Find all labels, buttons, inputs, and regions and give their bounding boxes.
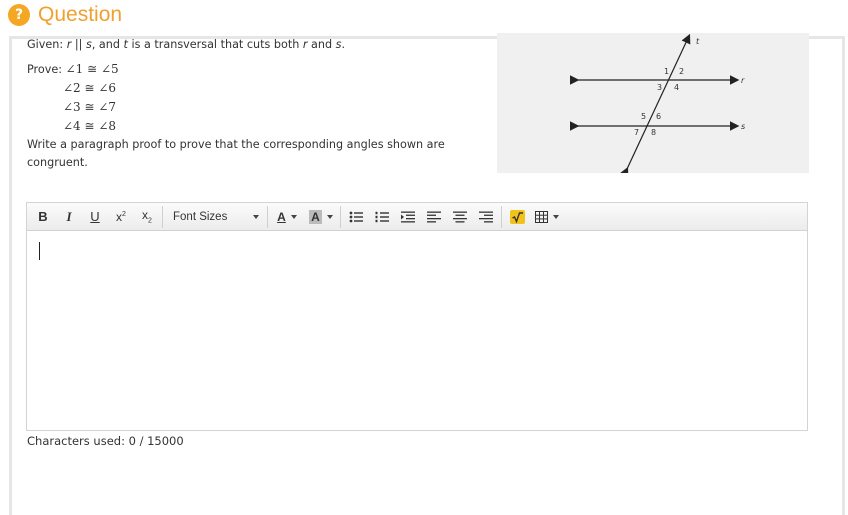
font-color-button[interactable]: A	[270, 206, 304, 228]
square-root-icon	[509, 209, 525, 224]
transversal-diagram: t r s 1 2 3 4 5 6 7 8	[569, 33, 745, 173]
align-left-icon	[427, 211, 441, 222]
label-t: t	[696, 37, 700, 46]
chevron-down-icon	[553, 214, 559, 219]
indent-icon	[401, 211, 415, 222]
toolbar-divider	[267, 205, 268, 228]
font-sizes-label: Font Sizes	[173, 210, 228, 223]
font-sizes-dropdown[interactable]: Font Sizes	[165, 206, 265, 228]
bullet-list-button[interactable]	[343, 206, 369, 228]
angle-label-4: 4	[674, 83, 679, 92]
prove-statement-4: ∠4 ≅ ∠8	[63, 119, 117, 133]
align-left-button[interactable]	[421, 206, 447, 228]
subscript-icon: x2	[142, 208, 152, 225]
given-statement: Given: r || s, and t is a transversal th…	[27, 38, 346, 51]
equation-button[interactable]	[504, 206, 530, 228]
question-mark-icon: ?	[8, 4, 30, 26]
parallel-lines-figure: t r s 1 2 3 4 5 6 7 8	[497, 33, 809, 173]
table-icon	[535, 210, 548, 223]
toolbar-divider	[340, 205, 341, 228]
angle-label-5: 5	[641, 112, 646, 121]
question-header: ? Question	[8, 3, 122, 27]
text-cursor	[39, 242, 40, 260]
prove-label: Prove:	[27, 63, 66, 76]
subscript-button[interactable]: x2	[134, 206, 160, 228]
align-center-button[interactable]	[447, 206, 473, 228]
toolbar-divider	[501, 205, 502, 228]
question-title: Question	[38, 3, 123, 26]
superscript-button[interactable]: x2	[108, 206, 134, 228]
indent-button[interactable]	[395, 206, 421, 228]
align-right-button[interactable]	[473, 206, 499, 228]
superscript-icon: x2	[116, 209, 126, 224]
italic-button[interactable]: I	[56, 206, 82, 228]
angle-label-3: 3	[657, 83, 662, 92]
prove-statement-3: ∠3 ≅ ∠7	[63, 100, 117, 114]
character-count: Characters used: 0 / 15000	[27, 434, 184, 448]
highlight-color-icon: A	[309, 209, 322, 224]
numbered-list-button[interactable]	[369, 206, 395, 228]
align-center-icon	[453, 211, 467, 222]
bold-button[interactable]: B	[30, 206, 56, 228]
answer-text-area[interactable]	[27, 232, 807, 430]
numbered-list-icon	[375, 211, 389, 222]
bullet-list-icon	[349, 211, 363, 222]
toolbar-divider	[162, 205, 163, 228]
prove-statement-1: Prove: ∠1 ≅ ∠5	[27, 62, 119, 76]
prove-statement-2: ∠2 ≅ ∠6	[63, 81, 117, 95]
underline-button[interactable]: U	[82, 206, 108, 228]
chevron-down-icon	[326, 214, 333, 219]
angle-label-2: 2	[679, 67, 684, 76]
chevron-down-icon	[253, 214, 259, 219]
editor-toolbar: B I U x2 x2 Font Sizes A A	[27, 203, 807, 231]
angle-label-1: 1	[664, 67, 669, 76]
label-r: r	[741, 76, 745, 85]
question-prompt: Given: r || s, and t is a transversal th…	[27, 36, 447, 172]
font-color-icon: A	[277, 209, 286, 224]
label-s: s	[741, 122, 745, 131]
chevron-down-icon	[290, 214, 297, 219]
angle-label-7: 7	[634, 128, 639, 137]
instruction-text: Write a paragraph proof to prove that th…	[27, 138, 445, 169]
align-right-icon	[479, 211, 493, 222]
answer-editor: B I U x2 x2 Font Sizes A A	[26, 202, 808, 431]
angle-label-6: 6	[656, 112, 661, 121]
table-button[interactable]	[530, 206, 564, 228]
angle-label-8: 8	[651, 128, 656, 137]
highlight-color-button[interactable]: A	[304, 206, 338, 228]
line-t	[619, 33, 691, 173]
